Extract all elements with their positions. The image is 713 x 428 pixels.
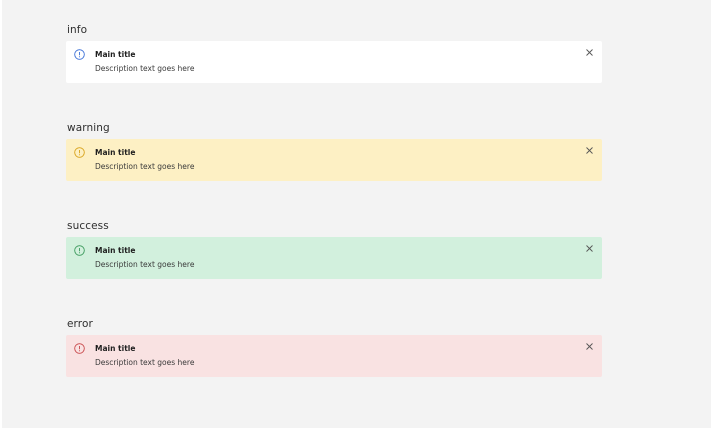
section-label: success	[67, 220, 109, 232]
alert-description: Description text goes here	[95, 358, 195, 367]
alert-description: Description text goes here	[95, 162, 195, 171]
alert-title: Main title	[95, 50, 136, 59]
close-icon[interactable]	[585, 244, 594, 253]
alert-title: Main title	[95, 344, 136, 353]
section-label: info	[67, 24, 88, 36]
info-alert: Main title Description text goes here	[66, 41, 602, 83]
close-icon[interactable]	[585, 342, 594, 351]
close-icon[interactable]	[585, 146, 594, 155]
section-label: error	[67, 318, 93, 330]
error-alert: Main title Description text goes here	[66, 335, 602, 377]
alert-description: Description text goes here	[95, 260, 195, 269]
close-icon[interactable]	[585, 48, 594, 57]
alerts-showcase: info Main title Description text goes he…	[2, 0, 711, 428]
info-circle-icon	[74, 49, 85, 60]
warning-alert: Main title Description text goes here	[66, 139, 602, 181]
success-circle-icon	[74, 245, 85, 256]
error-circle-icon	[74, 343, 85, 354]
alert-title: Main title	[95, 246, 136, 255]
section-label: warning	[67, 122, 110, 134]
alert-description: Description text goes here	[95, 64, 195, 73]
warning-circle-icon	[74, 147, 85, 158]
alert-title: Main title	[95, 148, 136, 157]
success-alert: Main title Description text goes here	[66, 237, 602, 279]
